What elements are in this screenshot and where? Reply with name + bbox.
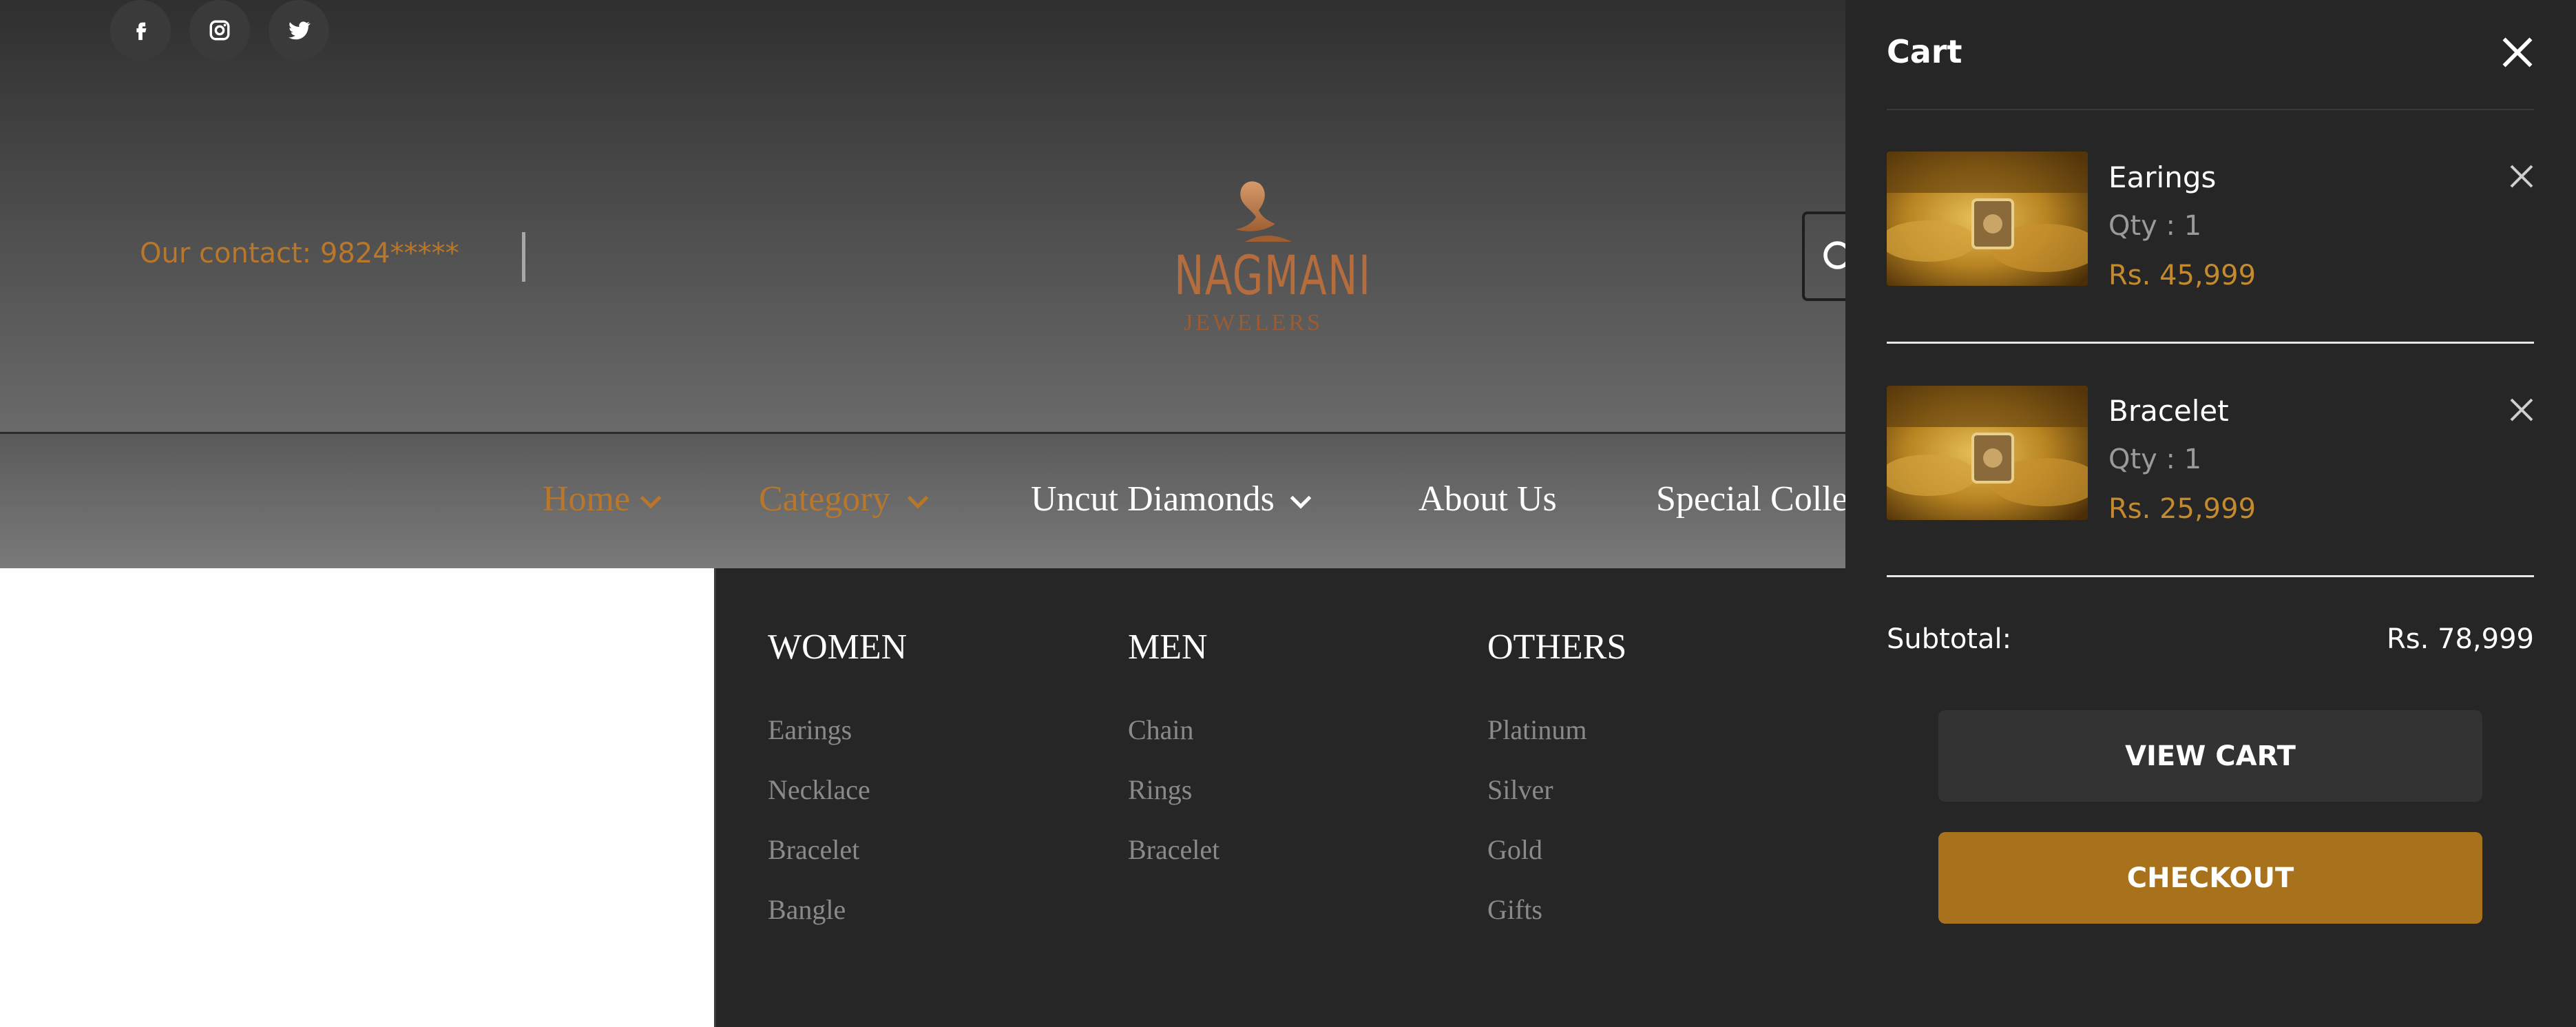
jewelry-thumbnail (1887, 386, 2088, 520)
chevron-down-icon (640, 495, 662, 509)
menu-link-platinum[interactable]: Platinum (1487, 714, 1587, 746)
remove-item-icon[interactable] (2508, 396, 2535, 424)
menu-link-gifts[interactable]: Gifts (1487, 893, 1542, 926)
cart-item-name: Bracelet (2108, 394, 2229, 428)
facebook-link[interactable] (110, 0, 171, 61)
cobra-emblem-icon (1235, 181, 1292, 242)
menu-link-chain[interactable]: Chain (1128, 714, 1194, 746)
view-cart-button[interactable]: VIEW CART (1938, 710, 2482, 802)
cart-item-divider (1887, 342, 2534, 344)
menu-link-bangle[interactable]: Bangle (768, 893, 846, 926)
nav-item-about-us[interactable]: About Us (1418, 475, 1557, 523)
menu-column-title-others: OTHERS (1487, 627, 1627, 667)
subtotal-label: Subtotal: (1887, 623, 2012, 655)
checkout-button[interactable]: CHECKOUT (1938, 832, 2482, 924)
menu-link-bracelet[interactable]: Bracelet (1128, 833, 1219, 866)
nav-item-label: Special Colle (1656, 479, 1845, 519)
menu-link-earings[interactable]: Earings (768, 714, 852, 746)
close-icon[interactable] (2500, 34, 2535, 70)
site-logo[interactable]: NAGMANI JEWELERS (1157, 176, 1372, 341)
twitter-icon (289, 21, 311, 40)
header-divider (522, 232, 525, 282)
menu-column-title-women: WOMEN (768, 627, 908, 667)
cart-item-name: Earings (2108, 160, 2217, 194)
cart-item-image (1887, 152, 2088, 286)
contact-info: Our contact: 9824***** (140, 238, 459, 269)
cart-title: Cart (1887, 33, 1962, 70)
menu-link-necklace[interactable]: Necklace (768, 774, 870, 806)
menu-link-gold[interactable]: Gold (1487, 833, 1542, 866)
cart-item-qty: Qty : 1 (2108, 444, 2202, 475)
logo-tagline: JEWELERS (1184, 310, 1323, 335)
menu-link-silver[interactable]: Silver (1487, 774, 1553, 806)
subtotal-value: Rs. 78,999 (2386, 623, 2534, 655)
menu-column-title-men: MEN (1128, 627, 1208, 667)
instagram-icon (209, 20, 230, 41)
twitter-link[interactable] (269, 0, 329, 61)
chevron-down-icon (907, 495, 928, 509)
nav-item-special-collection[interactable]: Special Colle (1656, 475, 1845, 523)
cart-item-price: Rs. 25,999 (2108, 493, 2256, 525)
nav-item-label: Home (543, 479, 631, 519)
nav-item-label: About Us (1418, 479, 1557, 519)
jewelry-thumbnail (1887, 152, 2088, 286)
nav-item-home[interactable]: Home (543, 475, 663, 523)
nav-item-category[interactable]: Category (759, 475, 930, 523)
remove-item-icon[interactable] (2508, 163, 2535, 190)
facebook-icon (136, 22, 147, 41)
site-header (0, 0, 1845, 432)
cart-item-divider (1887, 575, 2534, 577)
menu-link-bracelet[interactable]: Bracelet (768, 833, 859, 866)
logo-name: NAGMANI (1174, 245, 1372, 307)
cart-item-image (1887, 386, 2088, 520)
cart-header-divider (1887, 109, 2534, 110)
cart-item-qty: Qty : 1 (2108, 210, 2202, 242)
menu-link-rings[interactable]: Rings (1128, 774, 1192, 806)
nav-item-label: Uncut Diamonds (1031, 479, 1275, 519)
instagram-link[interactable] (189, 0, 250, 61)
nav-item-label: Category (759, 479, 890, 519)
nav-item-uncut-diamonds[interactable]: Uncut Diamonds (1031, 475, 1313, 523)
chevron-down-icon (1290, 495, 1312, 509)
cart-item-price: Rs. 45,999 (2108, 260, 2256, 291)
